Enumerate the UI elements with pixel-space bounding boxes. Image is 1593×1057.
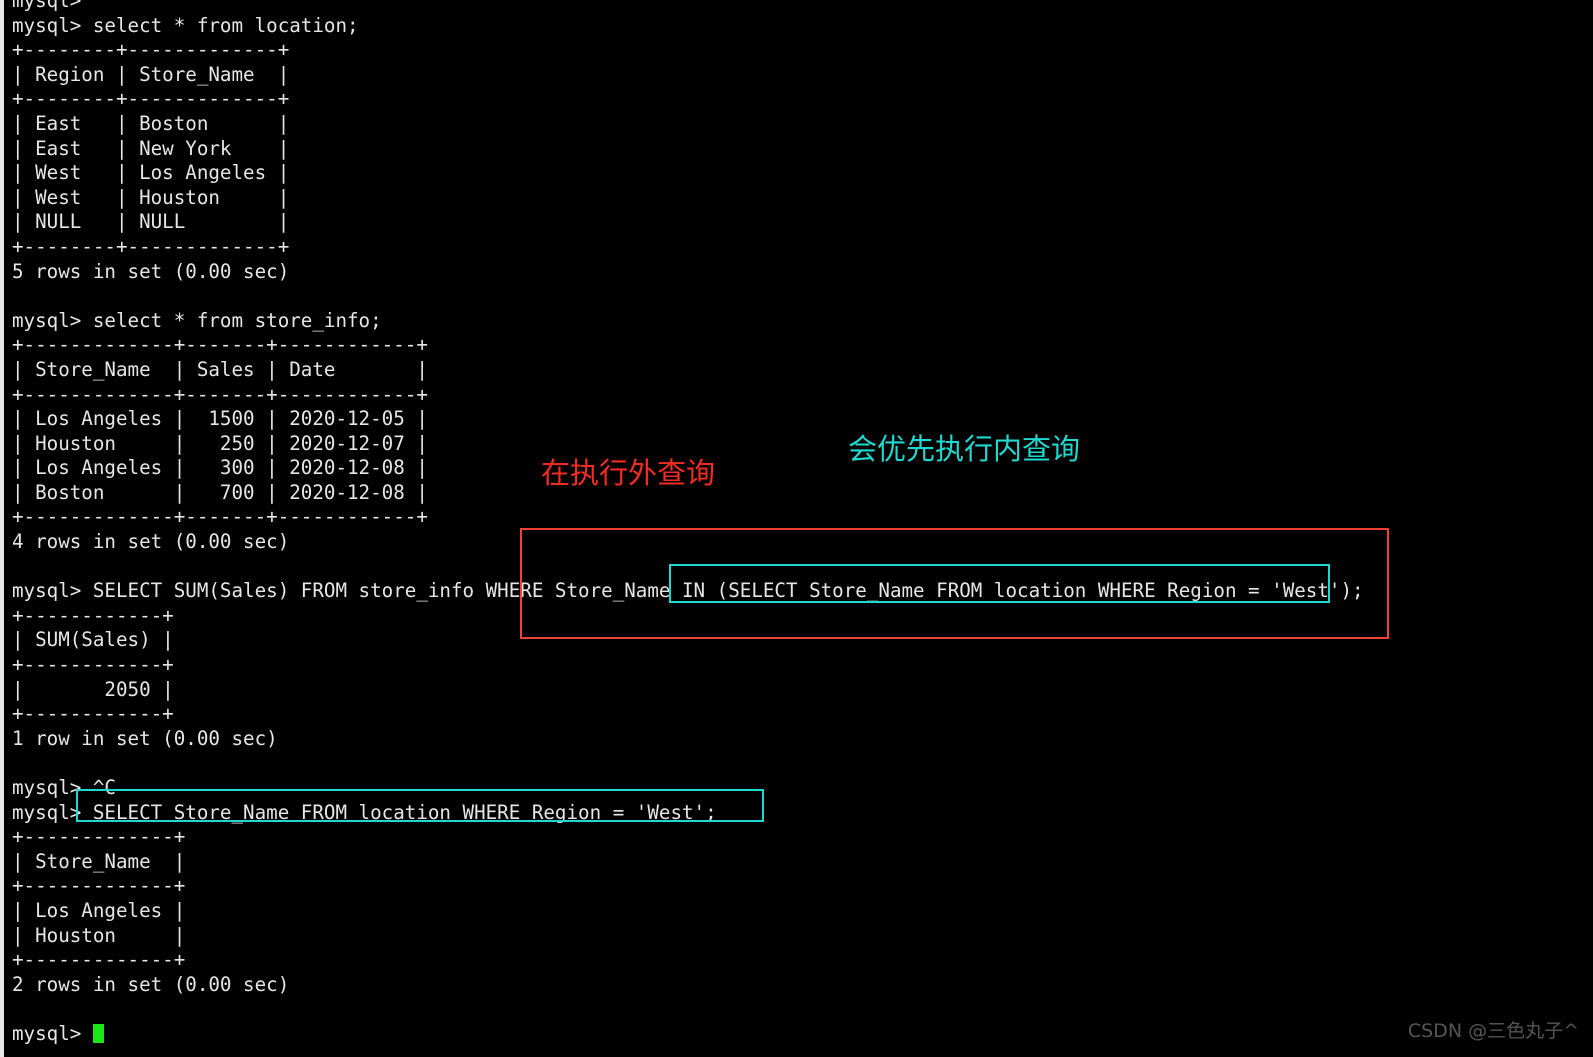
terminal-line: +-------------+-------+------------+ <box>12 382 428 406</box>
terminal-line: | West | Houston | <box>12 185 290 209</box>
terminal-line: | Los Angeles | 1500 | 2020-12-05 | <box>12 407 428 431</box>
terminal-line: +------------+ <box>12 603 174 627</box>
terminal-line: | NULL | NULL | <box>12 210 290 234</box>
terminal-line: +-------------+ <box>12 825 186 849</box>
terminal-line: mysql> select * from store_info; <box>12 308 382 332</box>
terminal-line: 1 row in set (0.00 sec) <box>12 726 278 750</box>
terminal-line: | Los Angeles | 300 | 2020-12-08 | <box>12 456 428 480</box>
terminal-line: | SUM(Sales) | <box>12 628 174 652</box>
terminal-line: | Region | Store_Name | <box>12 62 290 86</box>
terminal-line: +------------+ <box>12 653 174 677</box>
outer-query-annotation-label: 在执行外查询 <box>541 456 716 490</box>
terminal-line: 2 rows in set (0.00 sec) <box>12 972 290 996</box>
terminal-line: | Boston | 700 | 2020-12-08 | <box>12 480 428 504</box>
terminal-line: | Houston | 250 | 2020-12-07 | <box>12 431 428 455</box>
terminal-line: +-------------+ <box>12 874 186 898</box>
terminal-line: 4 rows in set (0.00 sec) <box>12 530 290 554</box>
terminal-line-inner-query-command: mysql> SELECT Store_Name FROM location W… <box>12 800 717 824</box>
terminal-line: mysql> select * from location; <box>12 13 359 37</box>
terminal-line: | 2050 | <box>12 677 174 701</box>
inner-query-annotation-label: 会优先执行内查询 <box>848 432 1081 466</box>
terminal-line: +-------------+-------+------------+ <box>12 333 428 357</box>
terminal-line: 5 rows in set (0.00 sec) <box>12 259 290 283</box>
terminal-line: +-------------+ <box>12 948 186 972</box>
terminal-line: | Store_Name | Sales | Date | <box>12 357 428 381</box>
window-left-edge-strip <box>0 0 4 1057</box>
terminal-line: | Houston | <box>12 923 186 947</box>
terminal-line-subquery-command: mysql> SELECT SUM(Sales) FROM store_info… <box>12 579 1364 603</box>
terminal-line: mysql> <box>12 0 82 12</box>
terminal-line: | East | Boston | <box>12 111 290 135</box>
terminal-output[interactable]: mysql> mysql> select * from location; +-… <box>12 0 1572 1047</box>
terminal-line: mysql> ^C <box>12 776 116 799</box>
terminal-line: | Los Angeles | <box>12 898 186 922</box>
terminal-line: +--------+-------------+ <box>12 87 290 111</box>
terminal-screen: mysql> mysql> select * from location; +-… <box>0 0 1593 1057</box>
terminal-line: +------------+ <box>12 702 174 726</box>
terminal-line: | Store_Name | <box>12 849 186 873</box>
terminal-line: +--------+-------------+ <box>12 234 290 258</box>
terminal-line: +-------------+-------+------------+ <box>12 505 428 529</box>
terminal-line: +--------+-------------+ <box>12 38 290 62</box>
csdn-watermark: CSDN @三色丸子^ <box>1407 1020 1579 1042</box>
terminal-line: | East | New York | <box>12 136 290 160</box>
cursor-block <box>92 1023 104 1043</box>
terminal-line: | West | Los Angeles | <box>12 161 290 185</box>
terminal-prompt-line[interactable]: mysql> <box>12 1022 1572 1047</box>
prompt-text: mysql> <box>12 1021 93 1045</box>
